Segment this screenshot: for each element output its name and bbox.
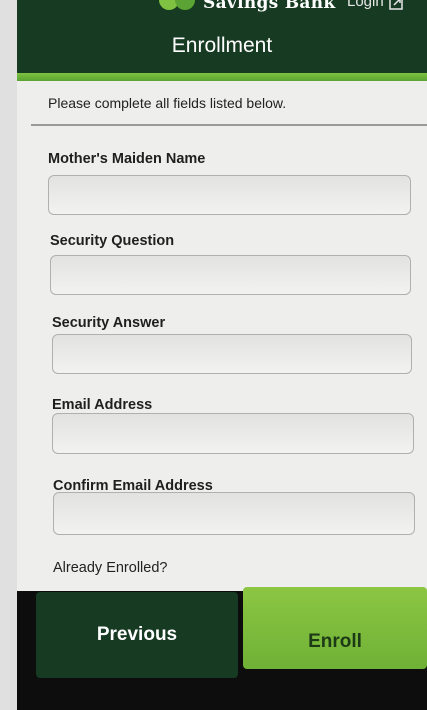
form-instructions: Please complete all fields listed below. bbox=[48, 95, 287, 111]
enroll-button[interactable]: Enroll bbox=[243, 587, 427, 669]
enrollment-form: Please complete all fields listed below.… bbox=[17, 81, 427, 591]
security-answer-label: Security Answer bbox=[52, 315, 166, 331]
login-arrow-icon[interactable] bbox=[389, 0, 405, 12]
maiden-name-input[interactable] bbox=[48, 175, 411, 215]
security-question-label: Security Question bbox=[50, 233, 175, 249]
brand-row: Savings Bank Login bbox=[17, 0, 427, 18]
app-header: Savings Bank Login Enrollment bbox=[17, 0, 427, 76]
previous-button[interactable]: Previous bbox=[36, 592, 238, 678]
security-answer-input[interactable] bbox=[52, 334, 412, 374]
divider bbox=[31, 124, 427, 126]
email-address-label: Email Address bbox=[52, 397, 153, 413]
already-enrolled-link[interactable]: Already Enrolled? bbox=[53, 560, 167, 576]
email-address-input[interactable] bbox=[52, 413, 414, 454]
brand-name: Savings Bank bbox=[203, 0, 336, 13]
maiden-name-label: Mother's Maiden Name bbox=[48, 151, 206, 167]
login-link[interactable]: Login bbox=[347, 0, 384, 10]
header-accent-bar bbox=[17, 73, 427, 81]
security-question-input[interactable] bbox=[50, 255, 411, 295]
page-title: Enrollment bbox=[171, 34, 273, 57]
bank-logo-icon bbox=[159, 0, 195, 10]
confirm-email-input[interactable] bbox=[53, 492, 415, 535]
phone-screen: Savings Bank Login Enrollment Please com… bbox=[17, 0, 427, 710]
